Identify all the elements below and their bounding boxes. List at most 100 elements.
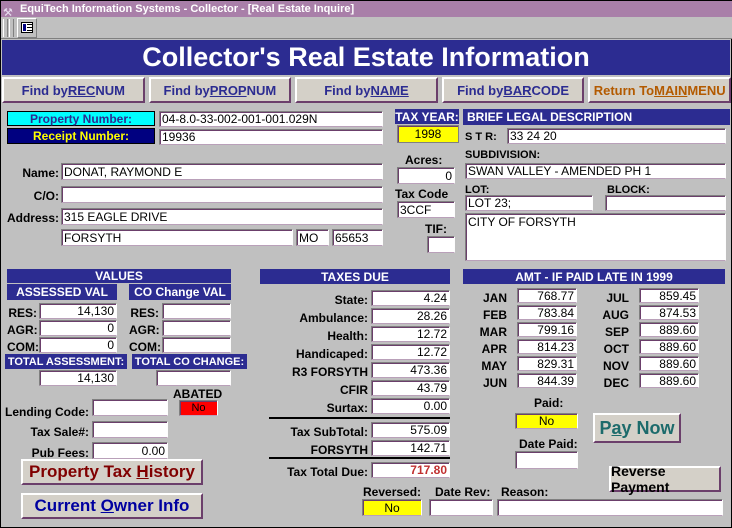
str-field[interactable]: 33 24 20 bbox=[507, 128, 726, 144]
assessed-res-field[interactable]: 14,130 bbox=[39, 303, 117, 319]
legal-notes-field[interactable]: CITY OF FORSYTH bbox=[465, 213, 726, 261]
state-tax-field[interactable]: 4.24 bbox=[371, 290, 450, 306]
ambulance-tax-label: Ambulance: bbox=[299, 311, 368, 325]
taxes-due-header: TAXES DUE bbox=[260, 269, 450, 284]
reverse-payment-button[interactable]: Reverse Payment bbox=[609, 463, 721, 495]
tax-sale-field[interactable] bbox=[92, 421, 168, 438]
subdivision-label: SUBDIVISION: bbox=[465, 149, 541, 161]
oct-amount-field[interactable]: 889.60 bbox=[639, 339, 699, 354]
btn-accel: MAIN bbox=[654, 82, 688, 98]
cfir-tax-field[interactable]: 43.79 bbox=[371, 380, 450, 396]
str-label: S T R: bbox=[465, 131, 497, 143]
surtax-field[interactable]: 0.00 bbox=[371, 398, 450, 414]
health-tax-field[interactable]: 12.72 bbox=[371, 326, 450, 342]
address-field[interactable]: 315 EAGLE DRIVE bbox=[61, 208, 383, 225]
r3-forsyth-tax-label: R3 FORSYTH bbox=[291, 365, 368, 379]
pay-now-button[interactable]: Pay Now bbox=[593, 413, 681, 443]
aug-amount-field[interactable]: 874.53 bbox=[639, 305, 699, 320]
btn-accel: O bbox=[100, 496, 114, 515]
tax-subtotal-label: Tax SubTotal: bbox=[290, 425, 368, 439]
block-field[interactable] bbox=[605, 195, 726, 211]
date-rev-field[interactable] bbox=[429, 499, 493, 516]
acres-label: Acres: bbox=[405, 153, 443, 167]
reason-field[interactable] bbox=[497, 499, 723, 516]
property-number-field[interactable]: 04-8.0-33-002-001-001.029N bbox=[159, 111, 383, 127]
btn-pre: Find by bbox=[324, 82, 371, 98]
lending-code-field[interactable] bbox=[92, 399, 168, 416]
may-amount-field[interactable]: 829.31 bbox=[517, 356, 577, 371]
toolbar-grip-2[interactable] bbox=[9, 18, 14, 37]
cochange-agr-field[interactable] bbox=[162, 320, 231, 336]
total-co-change-field[interactable] bbox=[156, 370, 231, 386]
cochange-res-field[interactable] bbox=[162, 303, 231, 319]
btn-pre: Return To bbox=[593, 82, 655, 98]
feb-amount-field[interactable]: 783.84 bbox=[517, 305, 577, 320]
find-by-bar-code-button[interactable]: Find by BAR CODE bbox=[441, 77, 585, 103]
subdivision-field[interactable]: SWAN VALLEY - AMENDED PH 1 bbox=[465, 163, 726, 179]
tax-subtotal-field[interactable]: 575.09 bbox=[371, 422, 450, 438]
address-label: Address: bbox=[6, 211, 59, 225]
jul-amount-field[interactable]: 859.45 bbox=[639, 288, 699, 303]
name-label: Name: bbox=[22, 166, 59, 180]
abated-field[interactable]: No bbox=[179, 400, 218, 416]
co-field[interactable] bbox=[61, 186, 383, 203]
pub-fees-label: Pub Fees: bbox=[31, 446, 89, 460]
jan-amount-field[interactable]: 768.77 bbox=[517, 288, 577, 303]
current-owner-info-button[interactable]: Current Owner Info bbox=[21, 493, 203, 519]
apr-label: APR bbox=[481, 342, 507, 356]
btn-post: NUM bbox=[95, 82, 125, 98]
date-paid-field[interactable] bbox=[515, 451, 578, 469]
toolbar-grip[interactable] bbox=[3, 18, 8, 37]
jun-amount-field[interactable]: 844.39 bbox=[517, 373, 577, 388]
btn-post: CODE bbox=[531, 82, 570, 98]
forsyth-tax-field[interactable]: 142.71 bbox=[371, 440, 450, 456]
tax-year-field[interactable]: 1998 bbox=[397, 125, 459, 143]
dec-amount-field[interactable]: 889.60 bbox=[639, 373, 699, 388]
paid-field[interactable]: No bbox=[515, 413, 578, 429]
handicaped-tax-field[interactable]: 12.72 bbox=[371, 344, 450, 360]
cochange-com-field[interactable] bbox=[162, 337, 231, 353]
form-view-button[interactable] bbox=[17, 17, 37, 38]
tax-year-header: TAX YEAR: bbox=[395, 109, 459, 124]
values-header: VALUES bbox=[7, 269, 231, 283]
find-by-name-button[interactable]: Find by NAME bbox=[295, 77, 438, 103]
date-rev-label: Date Rev: bbox=[435, 485, 491, 499]
tax-code-field[interactable]: 3CCF bbox=[397, 201, 455, 218]
find-by-prop-num-button[interactable]: Find by PROP NUM bbox=[148, 77, 292, 103]
assessed-com-field[interactable]: 0 bbox=[39, 337, 117, 353]
tif-field[interactable] bbox=[427, 236, 455, 253]
aug-label: AUG bbox=[602, 308, 629, 322]
receipt-number-field[interactable]: 19936 bbox=[159, 129, 383, 145]
btn-accel: H bbox=[136, 462, 149, 481]
sep-amount-field[interactable]: 889.60 bbox=[639, 322, 699, 337]
state-field[interactable]: MO bbox=[296, 229, 329, 246]
health-tax-label: Health: bbox=[327, 329, 368, 343]
tax-total-due-field[interactable]: 717.80 bbox=[371, 462, 450, 478]
property-number-label: Property Number: bbox=[7, 111, 155, 126]
nov-amount-field[interactable]: 889.60 bbox=[639, 356, 699, 371]
btn-pre: Find by bbox=[457, 82, 504, 98]
surtax-label: Surtax: bbox=[326, 401, 368, 415]
return-to-main-menu-button[interactable]: Return To MAIN MENU bbox=[588, 77, 731, 103]
name-field[interactable]: DONAT, RAYMOND E bbox=[61, 163, 383, 180]
co-change-val-header: CO Change VAL bbox=[129, 284, 231, 300]
tax-total-due-label: Tax Total Due: bbox=[287, 465, 368, 479]
apr-amount-field[interactable]: 814.23 bbox=[517, 339, 577, 354]
jun-label: JUN bbox=[482, 376, 507, 390]
find-by-rec-num-button[interactable]: Find by REC NUM bbox=[2, 77, 145, 103]
btn-pre: Current bbox=[34, 496, 101, 515]
lot-field[interactable]: LOT 23; bbox=[465, 195, 593, 211]
property-tax-history-button[interactable]: Property Tax History bbox=[21, 459, 203, 485]
btn-accel: BAR bbox=[503, 82, 532, 98]
city-field[interactable]: FORSYTH bbox=[61, 229, 293, 246]
ambulance-tax-field[interactable]: 28.26 bbox=[371, 308, 450, 324]
pub-fees-field[interactable]: 0.00 bbox=[92, 442, 168, 459]
mar-amount-field[interactable]: 799.16 bbox=[517, 322, 577, 337]
reversed-field[interactable]: No bbox=[362, 499, 422, 516]
assessed-agr-field[interactable]: 0 bbox=[39, 320, 117, 336]
co-res-label: RES: bbox=[130, 306, 159, 320]
acres-field[interactable]: 0 bbox=[397, 167, 455, 184]
zip-field[interactable]: 65653 bbox=[332, 229, 383, 246]
total-assessment-field[interactable]: 14,130 bbox=[39, 370, 117, 386]
r3-forsyth-tax-field[interactable]: 473.36 bbox=[371, 362, 450, 378]
